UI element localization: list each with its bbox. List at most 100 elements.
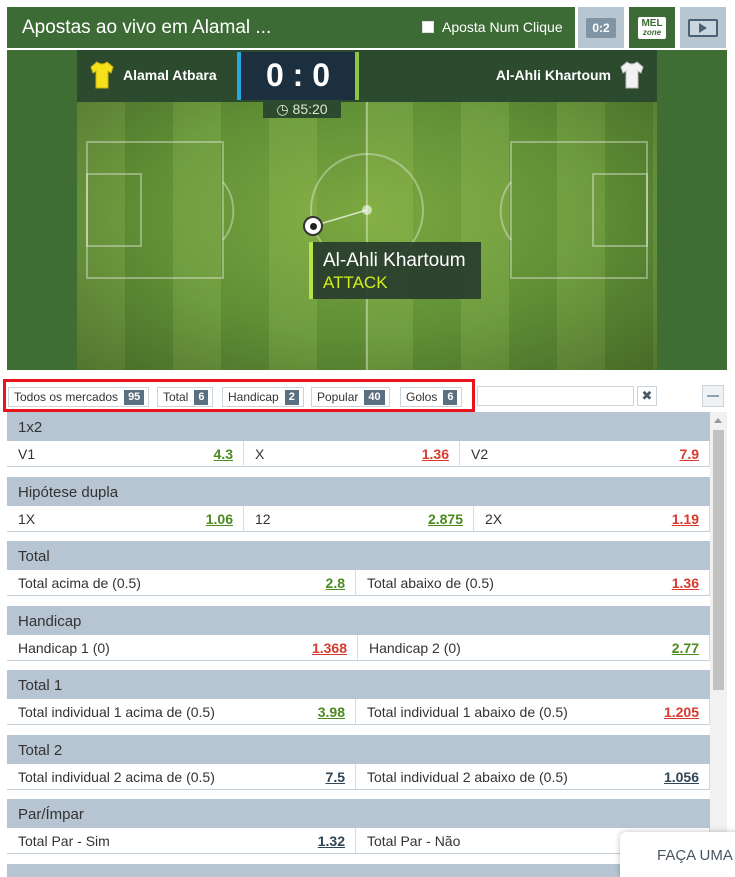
score-button[interactable]: 0:2 [578,7,624,48]
one-click-label: Aposta Num Clique [442,19,563,35]
outcome-cell[interactable]: Total individual 1 acima de (0.5) 3.98 [7,699,356,725]
filter-count: 95 [124,390,145,405]
filter-handicap[interactable]: Handicap 2 [222,387,304,407]
market-title[interactable]: 1x2 [7,412,710,441]
home-shirt-icon [90,61,114,89]
odd-value[interactable]: 3.98 [318,704,345,720]
market-odd-even: Par/Ímpar Total Par - Sim 1.32 Total Par… [7,799,710,854]
filter-count: 2 [284,390,299,405]
market-outcomes: 1X 1.06 12 2.875 2X 1.19 [7,506,710,532]
odd-value[interactable]: 2.77 [672,640,699,656]
odd-value[interactable]: 1.36 [672,575,699,591]
market-title[interactable] [7,864,710,877]
odd-value[interactable]: 7.9 [680,446,699,462]
market-search-input[interactable] [477,386,634,406]
outcome-cell[interactable]: 2X 1.19 [474,506,710,532]
outcome-cell[interactable]: Total individual 2 acima de (0.5) 7.5 [7,764,356,790]
market-title[interactable]: Total 2 [7,735,710,764]
filter-label: Golos [406,390,438,404]
odd-value[interactable]: 1.36 [422,446,449,462]
event-team: Al-Ahli Khartoum [323,250,466,271]
outcome-cell[interactable]: Handicap 1 (0) 1.368 [7,635,358,661]
clear-search-button[interactable]: ✖ [637,386,657,406]
page-title: Apostas ao vivo em Alamal ... [22,17,272,38]
football-pitch [77,90,657,370]
live-stream-button[interactable] [680,7,726,48]
away-shirt-icon [620,61,644,89]
ball-icon [303,216,323,236]
outcome-label: 2X [485,511,503,527]
bet-slip-label: FAÇA UMA [657,847,733,864]
market-total: Total Total acima de (0.5) 2.8 Total aba… [7,541,710,596]
outcome-label: Handicap 2 (0) [369,640,461,656]
filter-count: 40 [364,390,385,405]
odd-value[interactable]: 4.3 [214,446,233,462]
market-total-2: Total 2 Total individual 2 acima de (0.5… [7,735,710,790]
market-title[interactable]: Par/Ímpar [7,799,710,828]
outcome-label: Total individual 1 acima de (0.5) [18,704,215,720]
odd-value[interactable]: 1.056 [664,769,699,785]
melzone-button[interactable]: MEL zone [629,7,675,48]
melzone-logo-bottom: zone [642,27,662,37]
market-outcomes: Total Par - Sim 1.32 Total Par - Não [7,828,710,854]
market-handicap: Handicap Handicap 1 (0) 1.368 Handicap 2… [7,606,710,661]
market-title[interactable]: Total [7,541,710,570]
outcome-cell[interactable]: Total acima de (0.5) 2.8 [7,570,356,596]
market-title[interactable]: Handicap [7,606,710,635]
filter-all-markets[interactable]: Todos os mercados 95 [8,387,150,407]
event-popup: Al-Ahli Khartoum ATTACK [309,242,481,299]
scroll-up-icon[interactable] [714,418,722,423]
markets-list: 1x2 V1 4.3 X 1.36 V2 7.9 Hipótese dupla [7,412,710,877]
away-team-name: Al-Ahli Khartoum [495,67,611,83]
melzone-logo-top: MEL [641,17,663,29]
minus-icon [707,395,719,397]
outcome-label: Total Par - Sim [18,833,110,849]
market-title[interactable]: Total 1 [7,670,710,699]
market-next [7,864,710,877]
outcome-cell[interactable]: Handicap 2 (0) 2.77 [358,635,710,661]
market-outcomes: Total individual 1 acima de (0.5) 3.98 T… [7,699,710,725]
collapse-all-button[interactable] [702,385,724,407]
odd-value[interactable]: 1.32 [318,833,345,849]
odd-value[interactable]: 7.5 [326,769,345,785]
scroll-thumb[interactable] [713,430,724,690]
filter-label: Total [163,390,189,404]
outcome-cell[interactable]: V2 7.9 [460,441,710,467]
filter-goals[interactable]: Golos 6 [400,387,463,407]
outcome-cell[interactable]: V1 4.3 [7,441,244,467]
odd-value[interactable]: 1.368 [312,640,347,656]
odd-value[interactable]: 1.19 [672,511,699,527]
odd-value[interactable]: 2.8 [326,575,345,591]
one-click-checkbox[interactable] [422,21,434,33]
outcome-label: Total abaixo de (0.5) [367,575,494,591]
odd-value[interactable]: 2.875 [428,511,463,527]
match-time: 85:20 [292,101,328,117]
markets-scrollbar[interactable] [710,412,727,877]
pitch-markings [86,90,648,370]
outcome-cell[interactable]: Total Par - Sim 1.32 [7,828,356,854]
outcome-label: Total Par - Não [367,833,461,849]
odd-value[interactable]: 1.205 [664,704,699,720]
outcome-cell[interactable]: Total individual 2 abaixo de (0.5) 1.056 [356,764,710,790]
outcome-cell[interactable]: Total abaixo de (0.5) 1.36 [356,570,710,596]
market-title[interactable]: Hipótese dupla [7,477,710,506]
outcome-cell[interactable]: 1X 1.06 [7,506,244,532]
bet-slip-popup[interactable]: FAÇA UMA [620,832,735,877]
odd-value[interactable]: 1.06 [206,511,233,527]
outcome-cell[interactable]: Total individual 1 abaixo de (0.5) 1.205 [356,699,710,725]
melzone-logo-icon: MEL zone [638,16,666,39]
outcome-label: 12 [255,511,271,527]
match-score: 0 : 0 [237,52,359,100]
filter-label: Handicap [228,390,279,404]
filter-label: Todos os mercados [14,390,119,404]
outcome-cell[interactable]: 12 2.875 [244,506,474,532]
filter-total[interactable]: Total 6 [157,387,214,407]
market-outcomes: Total acima de (0.5) 2.8 Total abaixo de… [7,570,710,596]
market-total-1: Total 1 Total individual 1 acima de (0.5… [7,670,710,725]
score-chip: 0:2 [586,17,616,38]
title-bar: Apostas ao vivo em Alamal ... Aposta Num… [7,7,575,48]
outcome-cell[interactable]: X 1.36 [244,441,460,467]
filter-popular[interactable]: Popular 40 [311,387,390,407]
outcome-label: 1X [18,511,36,527]
one-click-toggle[interactable]: Aposta Num Clique [422,19,563,35]
